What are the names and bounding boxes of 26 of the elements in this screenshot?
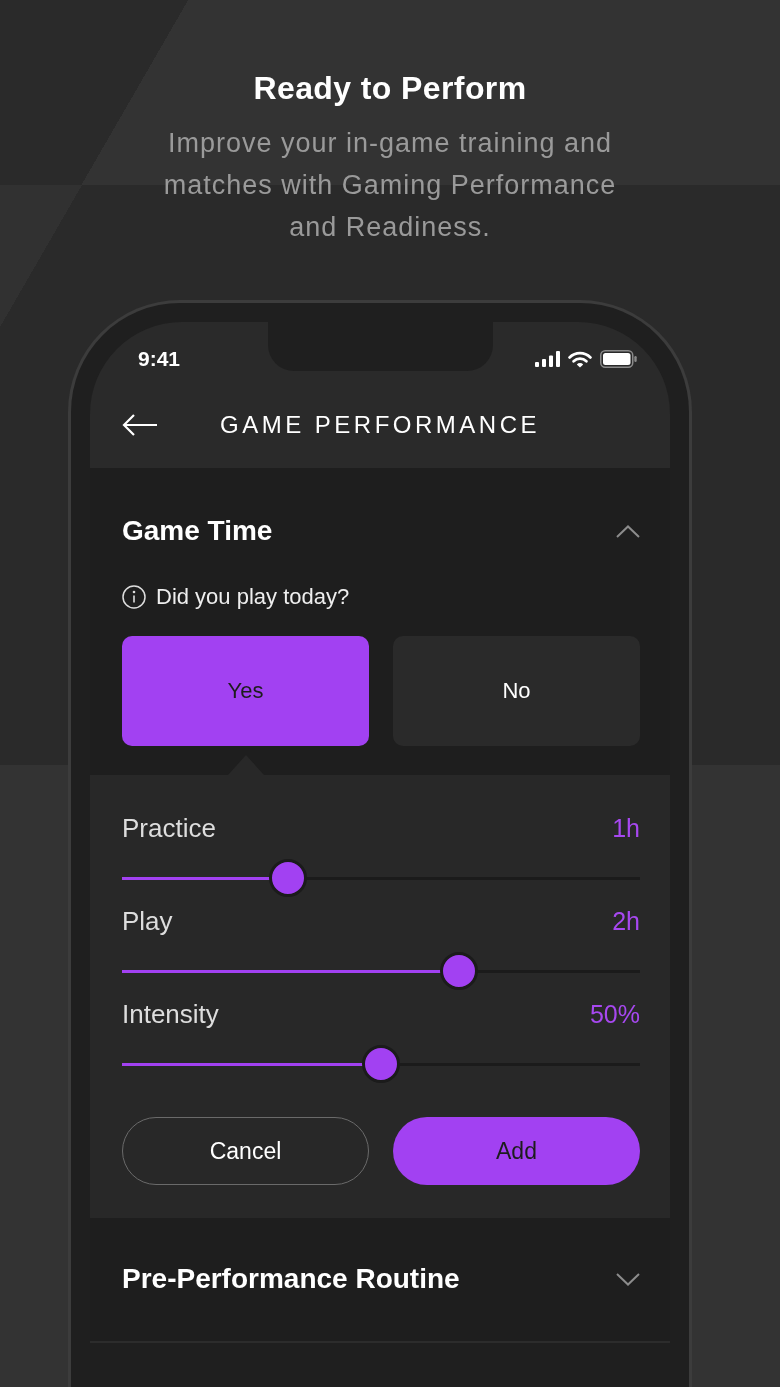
wifi-icon: [568, 350, 592, 368]
slider-label: Play: [122, 905, 173, 937]
subtitle-text: Improve your in-game training and matches with Gaming Performance and Readiness.: [162, 127, 618, 244]
battery-icon: [600, 350, 637, 368]
slider-label: Practice: [122, 812, 216, 844]
arrow-left-icon[interactable]: [122, 414, 158, 436]
section-header[interactable]: Pre-Performance Routine: [122, 1262, 640, 1296]
slider-value: 2h: [612, 906, 640, 937]
question-text: Did you play today?: [156, 584, 350, 610]
info-icon: [122, 585, 146, 609]
chevron-up-icon: [616, 524, 640, 538]
screen-title: GAME PERFORMANCE: [220, 411, 540, 439]
choice-button[interactable]: Yes: [122, 636, 369, 746]
signal-icon: [535, 351, 560, 367]
slider-value: 50%: [589, 999, 640, 1030]
headline: Ready to Perform: [253, 69, 527, 108]
add-button[interactable]: Add: [393, 1117, 640, 1185]
slider-thumb[interactable]: [439, 952, 478, 990]
slider-thumb[interactable]: [268, 859, 307, 897]
status-time: 9:41: [138, 347, 181, 372]
slider-label: Intensity: [122, 998, 219, 1030]
chevron-down-icon: [616, 1272, 640, 1286]
slider-thumb[interactable]: [362, 1045, 400, 1083]
slider-value: 1h: [612, 813, 640, 844]
section-header[interactable]: Game Time: [122, 514, 640, 548]
choice-button[interactable]: No: [393, 636, 640, 746]
